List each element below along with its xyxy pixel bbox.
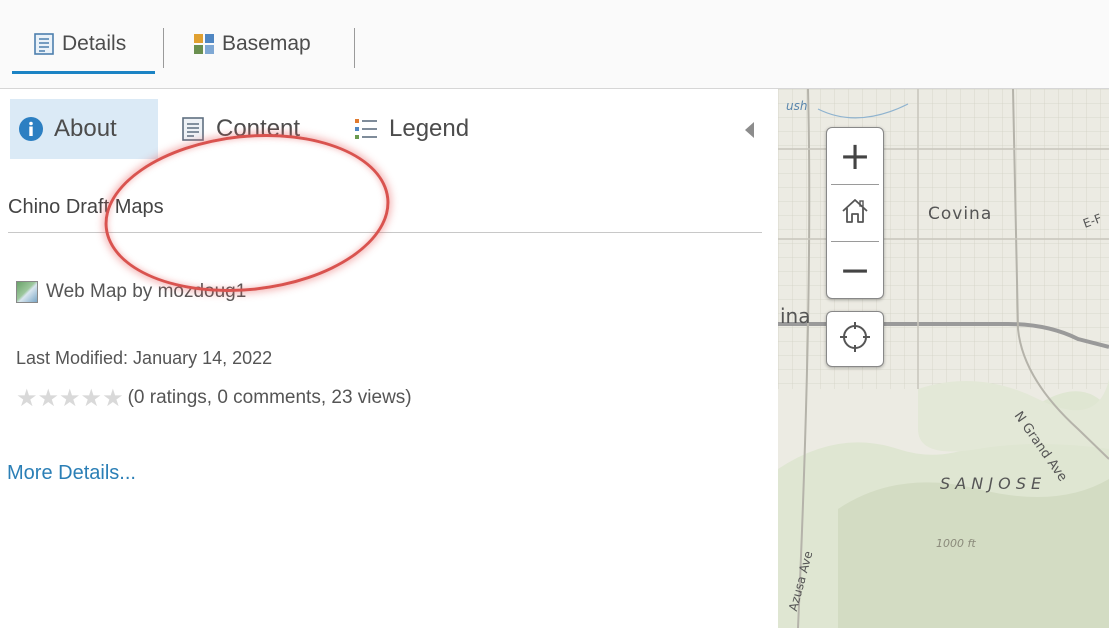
active-tab-indicator <box>12 71 155 74</box>
legend-list-icon <box>353 116 379 142</box>
details-icon <box>32 32 56 56</box>
tab-divider <box>163 28 164 68</box>
star-icon[interactable]: ★ <box>38 386 60 410</box>
subtab-about[interactable]: About <box>10 99 158 159</box>
last-modified: Last Modified: January 14, 2022 <box>16 348 273 368</box>
more-details-link[interactable]: More Details... <box>7 462 136 485</box>
locate-crosshair-icon <box>838 320 872 359</box>
byline-text: Web Map by mozdoug1 <box>46 281 247 302</box>
locate-button[interactable] <box>826 311 884 367</box>
title-divider <box>8 232 762 233</box>
map-label-san-jose: S A N J O S E <box>940 474 1042 493</box>
map-label-top: ush <box>786 99 808 113</box>
map-title: Chino Draft Maps <box>8 196 164 218</box>
subtab-legend[interactable]: Legend <box>353 99 469 159</box>
tab-basemap[interactable]: Basemap <box>192 22 311 66</box>
subtab-content[interactable]: Content <box>180 99 300 159</box>
web-map-thumbnail-icon <box>16 281 38 303</box>
tab-details[interactable]: Details <box>32 22 126 66</box>
star-icon[interactable]: ★ <box>81 386 103 410</box>
subtab-legend-label: Legend <box>389 115 470 142</box>
star-icon[interactable]: ★ <box>102 386 124 410</box>
rating-stars[interactable]: ★ ★ ★ ★ ★ <box>16 386 124 410</box>
map-label-covina: Covina <box>928 204 993 224</box>
star-icon[interactable]: ★ <box>16 386 38 410</box>
subtab-content-label: Content <box>216 115 301 142</box>
tab-basemap-label: Basemap <box>222 32 311 55</box>
home-button[interactable] <box>827 185 883 241</box>
content-list-icon <box>180 116 206 142</box>
basemap-grid-icon <box>192 32 216 56</box>
map-view[interactable]: Covina ina N Grand Ave S A N J O S E 100… <box>778 89 1109 628</box>
tab-divider <box>354 28 355 68</box>
map-label-elevation: 1000 ft <box>936 537 976 550</box>
home-icon <box>839 195 871 232</box>
item-byline: Web Map by mozdoug1 <box>16 281 246 303</box>
tab-details-label: Details <box>62 32 127 55</box>
zoom-control: + − <box>826 127 884 299</box>
subtab-about-label: About <box>54 115 117 142</box>
map-label-ina: ina <box>780 304 811 328</box>
star-icon[interactable]: ★ <box>59 386 81 410</box>
collapse-panel-icon[interactable] <box>745 122 754 138</box>
zoom-in-button[interactable]: + <box>827 128 883 184</box>
zoom-out-button[interactable]: − <box>827 242 883 298</box>
info-icon <box>18 116 44 142</box>
top-tab-bar: Details Basemap <box>0 0 1109 89</box>
rating-row: ★ ★ ★ ★ ★ (0 ratings, 0 comments, 23 vie… <box>16 386 412 410</box>
rating-stats: (0 ratings, 0 comments, 23 views) <box>127 387 412 408</box>
details-panel: About Content Legend Chino Draft Maps We… <box>0 89 778 628</box>
